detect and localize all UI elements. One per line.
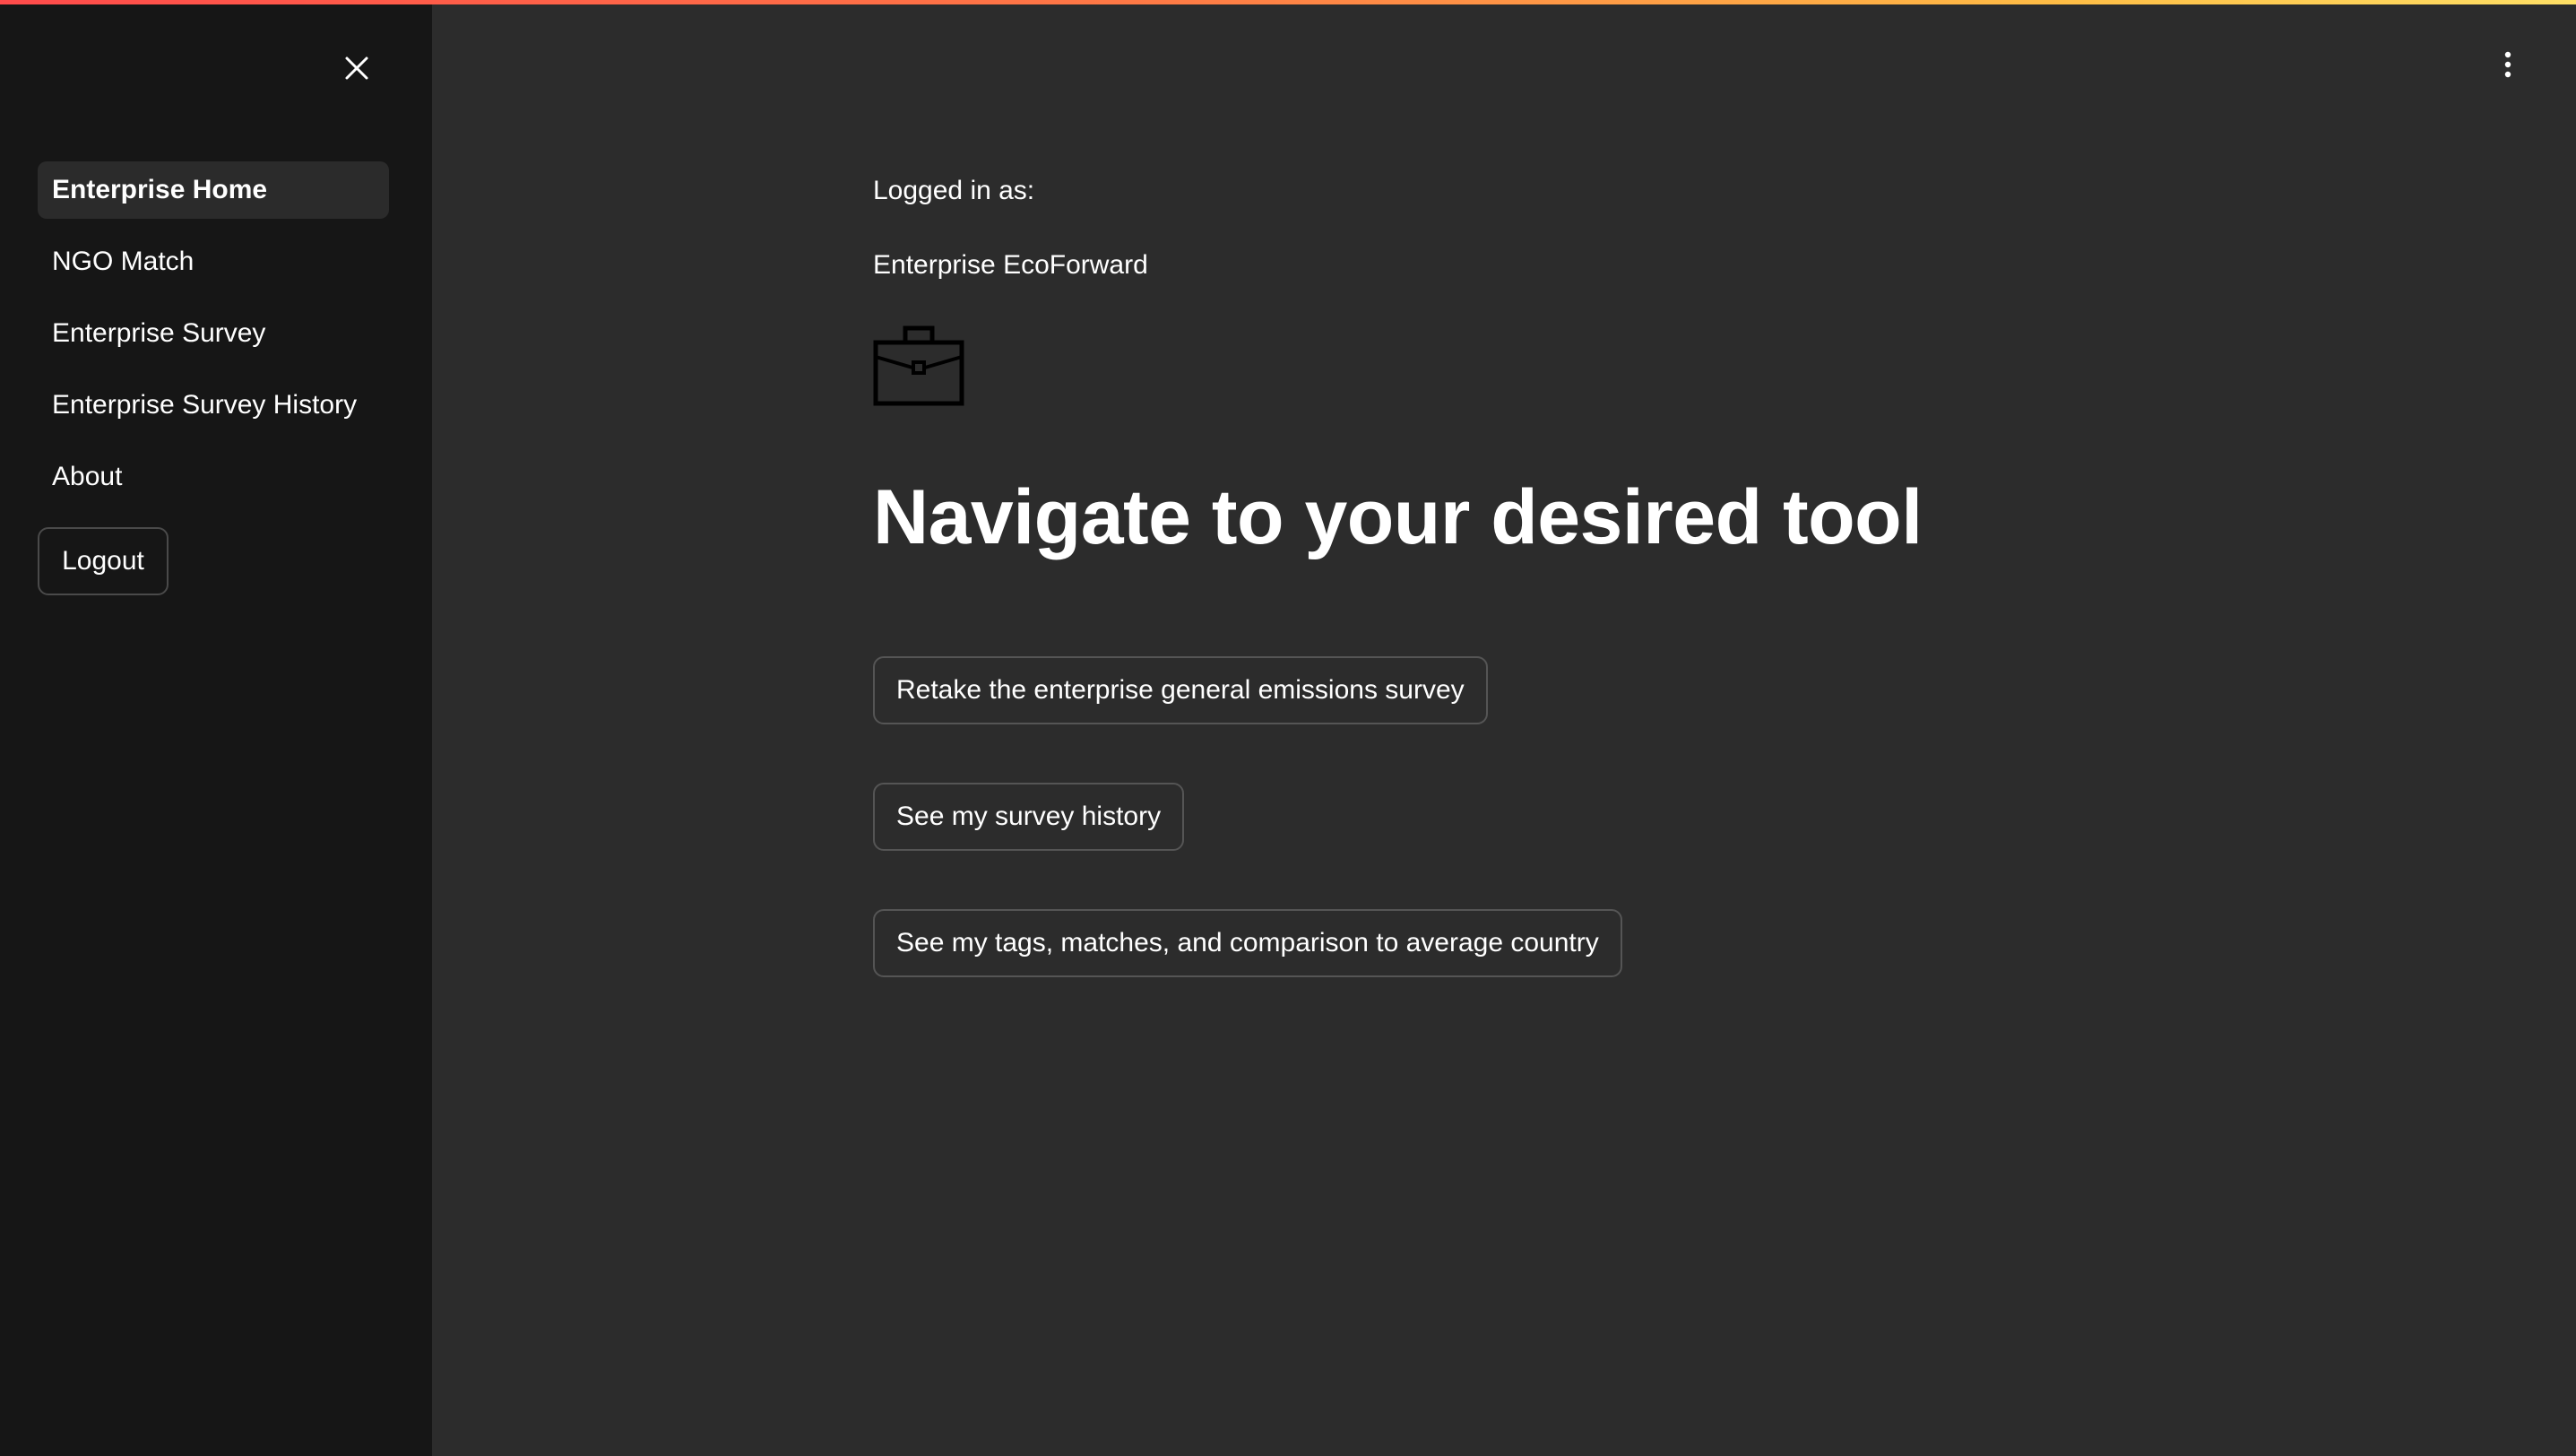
close-sidebar-button[interactable]	[335, 52, 378, 84]
sidebar-nav: Enterprise Home NGO Match Enterprise Sur…	[38, 161, 389, 520]
sidebar-item-label: Enterprise Survey	[52, 318, 266, 348]
sidebar-item-ngo-match[interactable]: NGO Match	[38, 233, 389, 290]
sidebar-item-enterprise-home[interactable]: Enterprise Home	[38, 161, 389, 219]
sidebar-item-label: Enterprise Home	[52, 175, 268, 204]
user-name: Enterprise EcoForward	[873, 250, 1148, 280]
sidebar-item-label: NGO Match	[52, 247, 194, 276]
logged-in-label: Logged in as:	[873, 176, 1035, 205]
sidebar: Enterprise Home NGO Match Enterprise Sur…	[0, 0, 432, 1456]
top-decoration-bar	[0, 0, 2576, 4]
sidebar-item-about[interactable]: About	[38, 448, 389, 506]
page-title: Navigate to your desired tool	[873, 474, 1923, 560]
sidebar-item-enterprise-survey-history[interactable]: Enterprise Survey History	[38, 377, 389, 434]
close-icon	[345, 56, 368, 80]
kebab-menu-icon	[2504, 51, 2511, 78]
survey-history-button[interactable]: See my survey history	[873, 783, 1185, 851]
logout-button[interactable]: Logout	[38, 527, 169, 595]
sidebar-item-enterprise-survey[interactable]: Enterprise Survey	[38, 305, 389, 362]
sidebar-item-label: Enterprise Survey History	[52, 390, 358, 420]
retake-survey-button[interactable]: Retake the enterprise general emissions …	[873, 656, 1488, 724]
tags-matches-comparison-button[interactable]: See my tags, matches, and comparison to …	[873, 909, 1622, 977]
main-menu-button[interactable]	[2492, 47, 2524, 82]
briefcase-icon	[873, 325, 964, 406]
sidebar-item-label: About	[52, 462, 123, 491]
